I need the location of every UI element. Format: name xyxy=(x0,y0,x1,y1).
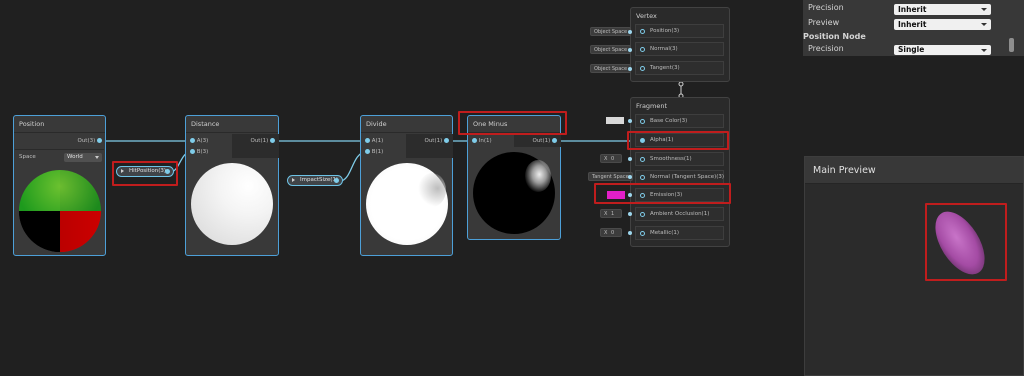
main-preview-panel[interactable]: Main Preview xyxy=(804,156,1024,376)
chevron-down-icon xyxy=(981,23,987,26)
port-dot-icon[interactable] xyxy=(365,138,370,143)
pn-precision-label: Precision xyxy=(808,44,844,53)
fragment-slot-normal[interactable]: Normal (Tangent Space)(3) xyxy=(635,170,724,184)
divide-preview xyxy=(366,163,448,245)
out-port[interactable]: Out(1) xyxy=(250,137,275,146)
port-dot-icon[interactable] xyxy=(640,157,645,162)
precision-dropdown[interactable]: Inherit xyxy=(894,4,991,15)
float-field[interactable]: X 1 xyxy=(600,209,622,218)
port-dot-icon[interactable] xyxy=(640,47,645,52)
port-dot-icon[interactable] xyxy=(444,138,449,143)
oneminus-node[interactable]: One Minus In(1) Out(1) xyxy=(467,115,561,240)
node-title: Position xyxy=(14,116,105,133)
preview-mesh xyxy=(925,203,995,283)
precision-label: Precision xyxy=(808,3,844,12)
vertex-slot-tangent[interactable]: Tangent(3) xyxy=(635,61,724,75)
main-preview-title: Main Preview xyxy=(805,157,1023,184)
preview-label: Preview xyxy=(808,18,840,27)
vertex-slot-position[interactable]: Position(3) xyxy=(635,24,724,38)
inspector-scrollbar[interactable] xyxy=(1009,38,1014,52)
float-field[interactable]: X 0 xyxy=(600,154,622,163)
space-tag[interactable]: Object Space xyxy=(590,27,632,36)
space-tag[interactable]: Object Space xyxy=(590,45,632,54)
port-dot-icon[interactable] xyxy=(334,178,339,183)
port-dot-icon[interactable] xyxy=(640,175,645,180)
divide-node[interactable]: Divide A(1) B(1) Out(1) xyxy=(360,115,453,256)
node-title: Divide xyxy=(361,116,452,133)
in-port-a[interactable]: A(1) xyxy=(365,137,383,146)
port-dot-icon[interactable] xyxy=(640,193,645,198)
block-title: Fragment xyxy=(636,102,668,110)
impactsize-property[interactable]: ImpactSize(1) xyxy=(287,175,343,186)
chevron-down-icon xyxy=(981,49,987,52)
distance-node[interactable]: Distance A(3) B(3) Out(1) xyxy=(185,115,279,256)
port-dot-icon[interactable] xyxy=(640,212,645,217)
space-tag[interactable]: Tangent Space xyxy=(588,172,633,181)
port-dot-icon[interactable] xyxy=(640,231,645,236)
space-tag[interactable]: Object Space xyxy=(590,64,632,73)
node-title: Distance xyxy=(186,116,278,133)
fragment-slot-basecolor[interactable]: Base Color(3) xyxy=(635,114,724,128)
block-title: Vertex xyxy=(636,12,657,20)
expand-arrow-icon xyxy=(292,178,295,182)
position-preview xyxy=(19,170,101,252)
pn-precision-dropdown[interactable]: Single xyxy=(894,45,991,55)
chevron-down-icon xyxy=(95,156,99,159)
graph-inspector: Precision Inherit Preview Inherit Positi… xyxy=(803,0,1024,56)
port-dot-icon[interactable] xyxy=(640,66,645,71)
in-port-b[interactable]: B(1) xyxy=(365,148,383,157)
port-dot-icon[interactable] xyxy=(365,149,370,154)
position-node[interactable]: Position Out(3) Space World xyxy=(13,115,106,256)
fragment-slot-metallic[interactable]: Metallic(1) xyxy=(635,226,724,240)
space-dropdown[interactable]: World xyxy=(64,153,102,162)
port-dot-icon[interactable] xyxy=(190,149,195,154)
preview-dropdown[interactable]: Inherit xyxy=(894,19,991,30)
out-port[interactable]: Out(1) xyxy=(424,137,449,146)
oneminus-preview xyxy=(473,152,555,234)
port-dot-icon[interactable] xyxy=(552,138,557,143)
port-dot-icon[interactable] xyxy=(270,138,275,143)
distance-preview xyxy=(191,163,273,245)
in-port-a[interactable]: A(3) xyxy=(190,137,208,146)
expand-arrow-icon xyxy=(121,169,124,173)
port-dot-icon[interactable] xyxy=(97,138,102,143)
space-label: Space xyxy=(19,154,36,160)
node-title: One Minus xyxy=(468,116,560,133)
port-dot-icon[interactable] xyxy=(640,138,645,143)
vertex-slot-normal[interactable]: Normal(3) xyxy=(635,42,724,56)
emission-color-swatch[interactable] xyxy=(607,191,625,199)
chevron-down-icon xyxy=(981,8,987,11)
fragment-slot-smoothness[interactable]: Smoothness(1) xyxy=(635,152,724,166)
port-dot-icon[interactable] xyxy=(640,29,645,34)
port-dot-icon[interactable] xyxy=(165,169,170,174)
fragment-slot-emission[interactable]: Emission(3) xyxy=(635,188,724,202)
out-port[interactable]: Out(1) xyxy=(532,137,557,146)
float-field[interactable]: X 0 xyxy=(600,228,622,237)
out-port[interactable]: Out(3) xyxy=(77,137,102,146)
port-dot-icon[interactable] xyxy=(640,119,645,124)
fragment-slot-ao[interactable]: Ambient Occlusion(1) xyxy=(635,207,724,221)
base-color-swatch[interactable] xyxy=(606,117,624,124)
in-port[interactable]: In(1) xyxy=(472,137,492,146)
port-dot-icon[interactable] xyxy=(190,138,195,143)
fragment-slot-alpha[interactable]: Alpha(1) xyxy=(635,133,724,147)
hitposition-property[interactable]: HitPosition(3) xyxy=(116,166,174,177)
in-port-b[interactable]: B(3) xyxy=(190,148,208,157)
port-dot-icon[interactable] xyxy=(472,138,477,143)
position-node-heading: Position Node xyxy=(803,32,866,41)
